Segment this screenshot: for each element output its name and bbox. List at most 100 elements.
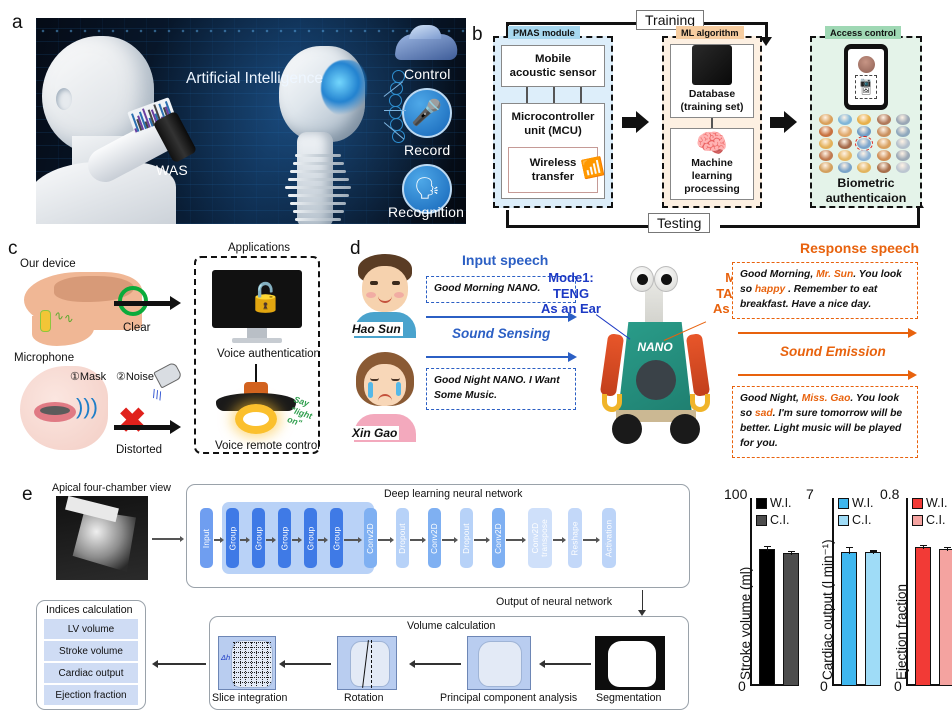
interference-mask-label: ①Mask [70, 371, 107, 383]
arrow-shaft [426, 355, 568, 359]
nn-flow-arrow [410, 537, 426, 543]
avatar[interactable] [895, 162, 910, 173]
legend-item-wi: W.I. [912, 496, 948, 510]
phone-icon: 📷 🖼 [844, 44, 888, 110]
interference-noise-label: ②Noise [116, 371, 154, 383]
noise-rays-icon: \\\ [149, 386, 165, 404]
index-lv-volume: LV volume [44, 619, 138, 639]
network-layer-stack: Input Group Group Group Group Group Conv2D Drop… [186, 484, 690, 588]
avatar[interactable] [857, 150, 872, 161]
pmas-connector-a [526, 87, 528, 103]
avatar[interactable] [838, 138, 853, 149]
panel-b-label: b [472, 24, 483, 45]
avatar[interactable] [838, 114, 853, 125]
avatar[interactable] [838, 126, 853, 137]
response-speech-title: Response speech [800, 240, 920, 256]
panel-b: b Training Testing PMAS module Mobile ac… [470, 4, 948, 236]
avatar[interactable] [876, 150, 891, 161]
avatar[interactable] [895, 114, 910, 125]
monitor-icon: 🔓 [212, 270, 302, 328]
input-to-network-arrow [152, 536, 184, 542]
nn-layer-label: Conv2D transpose [530, 519, 549, 557]
pmas-module-tag: PMAS module [508, 26, 580, 39]
rotation-label: Rotation [344, 692, 384, 704]
avatar[interactable] [819, 126, 833, 137]
avatar[interactable] [876, 162, 891, 173]
legend-label: C.I. [770, 513, 790, 527]
volume-title: Volume calculation [407, 620, 496, 632]
response-text-part: happy [754, 283, 786, 295]
avatar[interactable] [819, 138, 833, 149]
volume-arrow-2 [409, 660, 461, 668]
panel-c-label: c [8, 238, 18, 259]
nn-flow-arrow [474, 537, 490, 543]
avatar[interactable] [819, 150, 833, 161]
avatar[interactable] [819, 162, 833, 173]
nn-layer-label: Group [254, 526, 264, 550]
mobile-acoustic-sensor-block: Mobile acoustic sensor [501, 45, 605, 87]
monitor-base [232, 338, 282, 343]
y-axis-max-label: 0.8 [880, 486, 900, 502]
avatar[interactable] [876, 138, 891, 149]
rotation-thumb [337, 636, 397, 690]
avatar[interactable] [838, 150, 853, 161]
avatar[interactable] [876, 114, 891, 125]
indices-title: Indices calculation [46, 604, 133, 616]
testing-line-up [917, 207, 920, 227]
arrow-shaft [344, 539, 358, 541]
nn-layer-conv2d: Conv2D [492, 508, 505, 568]
bar-ci [939, 548, 952, 686]
error-bar-cap [763, 545, 771, 548]
arrow-shaft [114, 300, 170, 306]
ml-algorithm-tag: ML algorithm [676, 26, 744, 39]
y-axis-label: Stroke volume (ml) [738, 566, 753, 680]
ml-processing-block: 🧠 Machine learning processing [670, 128, 754, 200]
nn-layer-group: Group [252, 508, 265, 568]
legend-label: W.I. [926, 496, 948, 510]
avatar[interactable] [857, 126, 872, 137]
pmas-connector-c [580, 87, 582, 103]
nn-layer-label: Reshape [570, 520, 580, 556]
nn-layer-conv2d: Conv2D [428, 508, 441, 568]
microphone-label: Microphone [14, 352, 75, 364]
arrow-head [170, 296, 181, 310]
nn-flow-arrow [240, 537, 250, 543]
avatar[interactable] [895, 138, 910, 149]
arrow-head [422, 537, 426, 543]
avatar[interactable] [857, 114, 872, 125]
nn-flow-arrow [378, 537, 394, 543]
apical-view-label: Apical four-chamber view [52, 482, 171, 494]
avatar[interactable] [838, 162, 853, 173]
avatar[interactable] [855, 136, 874, 151]
nn-layer-group: Group [226, 508, 239, 568]
tear-icon [368, 382, 373, 398]
response-text-part: Good Night, [740, 393, 802, 404]
avatar[interactable] [876, 126, 891, 137]
arrow-shaft [410, 539, 422, 541]
nn-layer-label: Group [280, 526, 290, 550]
arrow-head [596, 537, 600, 543]
media-icons: 📷 🖼 [855, 74, 877, 99]
arrow-head [272, 537, 276, 543]
avatar[interactable] [895, 150, 910, 161]
robot-wheel-right [670, 414, 700, 444]
avatar[interactable] [895, 126, 910, 137]
arrow-head [562, 537, 566, 543]
voice-remote-control-label: Voice remote control [215, 440, 320, 452]
arrow-shaft [285, 663, 331, 665]
avatar[interactable] [819, 114, 833, 125]
chart-ejection-fraction: 0.8 0 Ejection fraction W.I. C.I. [880, 484, 952, 702]
response-bubble-1: Good Morning, Mr. Sun. You look so happy… [732, 262, 918, 319]
nn-layer-input: Input [200, 508, 213, 568]
segmentation-label: Segmentation [596, 692, 662, 704]
arrow-shaft [583, 539, 596, 541]
avatar[interactable] [857, 162, 872, 173]
voice-authentication-label: Voice authentication [217, 348, 320, 360]
arrow-shaft [770, 116, 784, 128]
nn-layer-dropout: Dropout [460, 508, 473, 568]
y-axis-min-label: 0 [894, 678, 902, 694]
legend-item-ci: C.I. [912, 513, 945, 527]
index-ejection-fraction: Ejection fraction [44, 685, 138, 705]
arrow-shaft [152, 538, 180, 540]
sound-emission-arrow-2 [738, 370, 917, 380]
